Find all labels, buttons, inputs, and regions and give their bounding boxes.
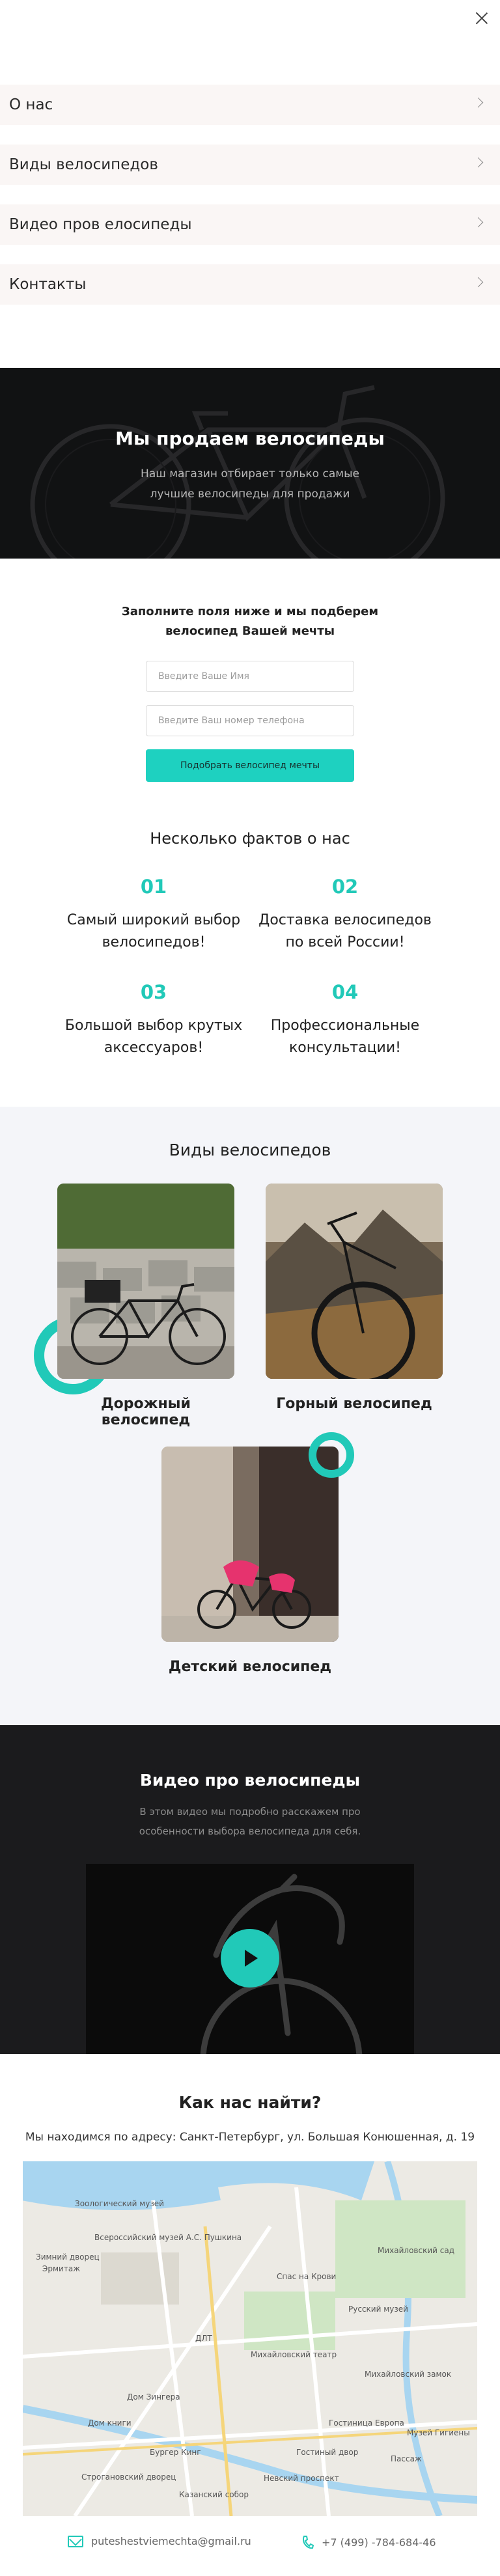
bike-types-title: Виды велосипедов bbox=[169, 1141, 331, 1159]
map-label: Гостиница Европа bbox=[329, 2418, 404, 2428]
fact-text: Профессиональные консультации! bbox=[270, 1018, 420, 1056]
bike-card-mountain[interactable]: Горный велосипед bbox=[266, 1184, 443, 1412]
find-us-title: Как нас найти? bbox=[178, 2093, 322, 2112]
chevron-right-icon bbox=[473, 157, 484, 168]
mail-icon bbox=[68, 2535, 83, 2547]
map-label: Михайловский театр bbox=[251, 2350, 337, 2359]
address-text: Мы находимся по адресу: Санкт-Петербург,… bbox=[25, 2131, 475, 2144]
fact-number: 04 bbox=[331, 981, 359, 1003]
map-label: Невский проспект bbox=[264, 2474, 339, 2483]
video-player[interactable] bbox=[86, 1864, 414, 2054]
facts-title: Несколько фактов о нас bbox=[150, 829, 350, 848]
map-label: ДЛТ bbox=[195, 2334, 212, 2343]
phone-text: +7 (499) -784-684-46 bbox=[322, 2536, 436, 2549]
mobile-menu: О нас Виды велосипедов Видео пров елосип… bbox=[0, 85, 500, 324]
submit-button[interactable]: Подобрать велосипед мечты bbox=[146, 749, 354, 782]
fact-number: 02 bbox=[331, 876, 359, 898]
map-label: Дом книги bbox=[88, 2418, 132, 2428]
road-bike-image bbox=[57, 1184, 234, 1379]
chevron-right-icon bbox=[473, 217, 484, 228]
bike-card-label: Детский велосипед bbox=[168, 1659, 332, 1675]
fact-text: Большой выбор крутых аксессуаров! bbox=[64, 1018, 243, 1056]
map-label: Эрмитаж bbox=[42, 2264, 81, 2273]
fact-item: 04 Профессиональные консультации! bbox=[254, 981, 436, 1059]
bike-card-label: Горный велосипед bbox=[276, 1396, 432, 1412]
menu-item-label: О нас bbox=[9, 96, 53, 113]
decorative-ring bbox=[309, 1432, 354, 1478]
menu-item-label: Видео пров елосипеды bbox=[9, 216, 192, 233]
bike-card-label: Дорожный велосипед bbox=[101, 1396, 191, 1428]
fact-item: 03 Большой выбор крутых аксессуаров! bbox=[62, 981, 245, 1059]
map-label: Спас на Крови bbox=[277, 2272, 337, 2281]
play-button[interactable] bbox=[221, 1929, 279, 1987]
video-title: Видео про велосипеды bbox=[139, 1771, 361, 1790]
hero-bicycle-image bbox=[0, 368, 500, 559]
fact-number: 01 bbox=[140, 876, 167, 898]
map-label: Гостиный двор bbox=[296, 2448, 359, 2457]
phone-input[interactable] bbox=[146, 705, 354, 736]
map-label: Михайловский сад bbox=[378, 2246, 454, 2255]
footer: puteshestviemechta@gmail.ru +7 (499) -78… bbox=[0, 2519, 500, 2576]
chevron-right-icon bbox=[473, 277, 484, 288]
footer-email[interactable]: puteshestviemechta@gmail.ru bbox=[68, 2535, 251, 2547]
map-label: Казанский собор bbox=[179, 2490, 249, 2499]
map-label: Русский музей bbox=[348, 2305, 408, 2314]
menu-item-contacts[interactable]: Контакты bbox=[0, 264, 500, 305]
hero-title: Мы продаем велосипеды bbox=[115, 428, 385, 449]
map-label: Строгановский дворец bbox=[81, 2472, 176, 2482]
email-text: puteshestviemechta@gmail.ru bbox=[91, 2535, 251, 2547]
fact-text: Самый широкий выбор велосипедов! bbox=[66, 912, 241, 950]
phone-icon bbox=[303, 2536, 314, 2549]
map-label: Дом Зингера bbox=[127, 2392, 180, 2402]
fact-text: Доставка велосипедов по всей России! bbox=[258, 912, 432, 950]
map-label: Зоологический музей bbox=[75, 2199, 164, 2208]
bike-types-section: Виды велосипедов Дорожный велосипед Горн… bbox=[0, 1107, 500, 1725]
map[interactable]: Зоологический музей Зимний дворец Эрмита… bbox=[23, 2161, 477, 2516]
menu-item-label: Виды велосипедов bbox=[9, 156, 158, 173]
chevron-right-icon bbox=[473, 97, 484, 108]
menu-item-about[interactable]: О нас bbox=[0, 85, 500, 125]
bike-card-kids[interactable]: Детский велосипед bbox=[161, 1447, 339, 1675]
form-title: Заполните поля ниже и мы подберем велоси… bbox=[121, 605, 379, 638]
fact-number: 03 bbox=[140, 981, 167, 1003]
fact-item: 02 Доставка велосипедов по всей России! bbox=[254, 876, 436, 954]
lead-form: Заполните поля ниже и мы подберем велоси… bbox=[0, 602, 500, 782]
map-label: Всероссийский музей А.С. Пушкина bbox=[94, 2233, 242, 2242]
footer-phone[interactable]: +7 (499) -784-684-46 bbox=[302, 2535, 436, 2549]
menu-item-bike-types[interactable]: Виды велосипедов bbox=[0, 145, 500, 185]
close-icon[interactable] bbox=[473, 9, 491, 27]
fact-item: 01 Самый широкий выбор велосипедов! bbox=[62, 876, 245, 954]
menu-item-label: Контакты bbox=[9, 276, 87, 293]
map-label: Пассаж bbox=[391, 2454, 422, 2463]
video-subtitle: В этом видео мы подробно расскажем про о… bbox=[139, 1806, 361, 1837]
menu-item-video[interactable]: Видео пров елосипеды bbox=[0, 204, 500, 245]
mountain-bike-image bbox=[266, 1184, 443, 1379]
hero-section: Мы продаем велосипеды Наш магазин отбира… bbox=[0, 368, 500, 559]
bike-card-road[interactable]: Дорожный велосипед bbox=[57, 1184, 234, 1428]
map-label: Музей Гигиены bbox=[407, 2428, 470, 2437]
map-label: Михайловский замок bbox=[365, 2370, 452, 2379]
map-label: Зимний дворец bbox=[36, 2252, 100, 2262]
hero-subtitle: Наш магазин отбирает только самые лучшие… bbox=[141, 467, 359, 501]
video-section: Видео про велосипеды В этом видео мы под… bbox=[0, 1725, 500, 2054]
name-input[interactable] bbox=[146, 661, 354, 692]
kids-bike-image bbox=[161, 1447, 339, 1642]
map-label: Бургер Кинг bbox=[150, 2448, 201, 2457]
